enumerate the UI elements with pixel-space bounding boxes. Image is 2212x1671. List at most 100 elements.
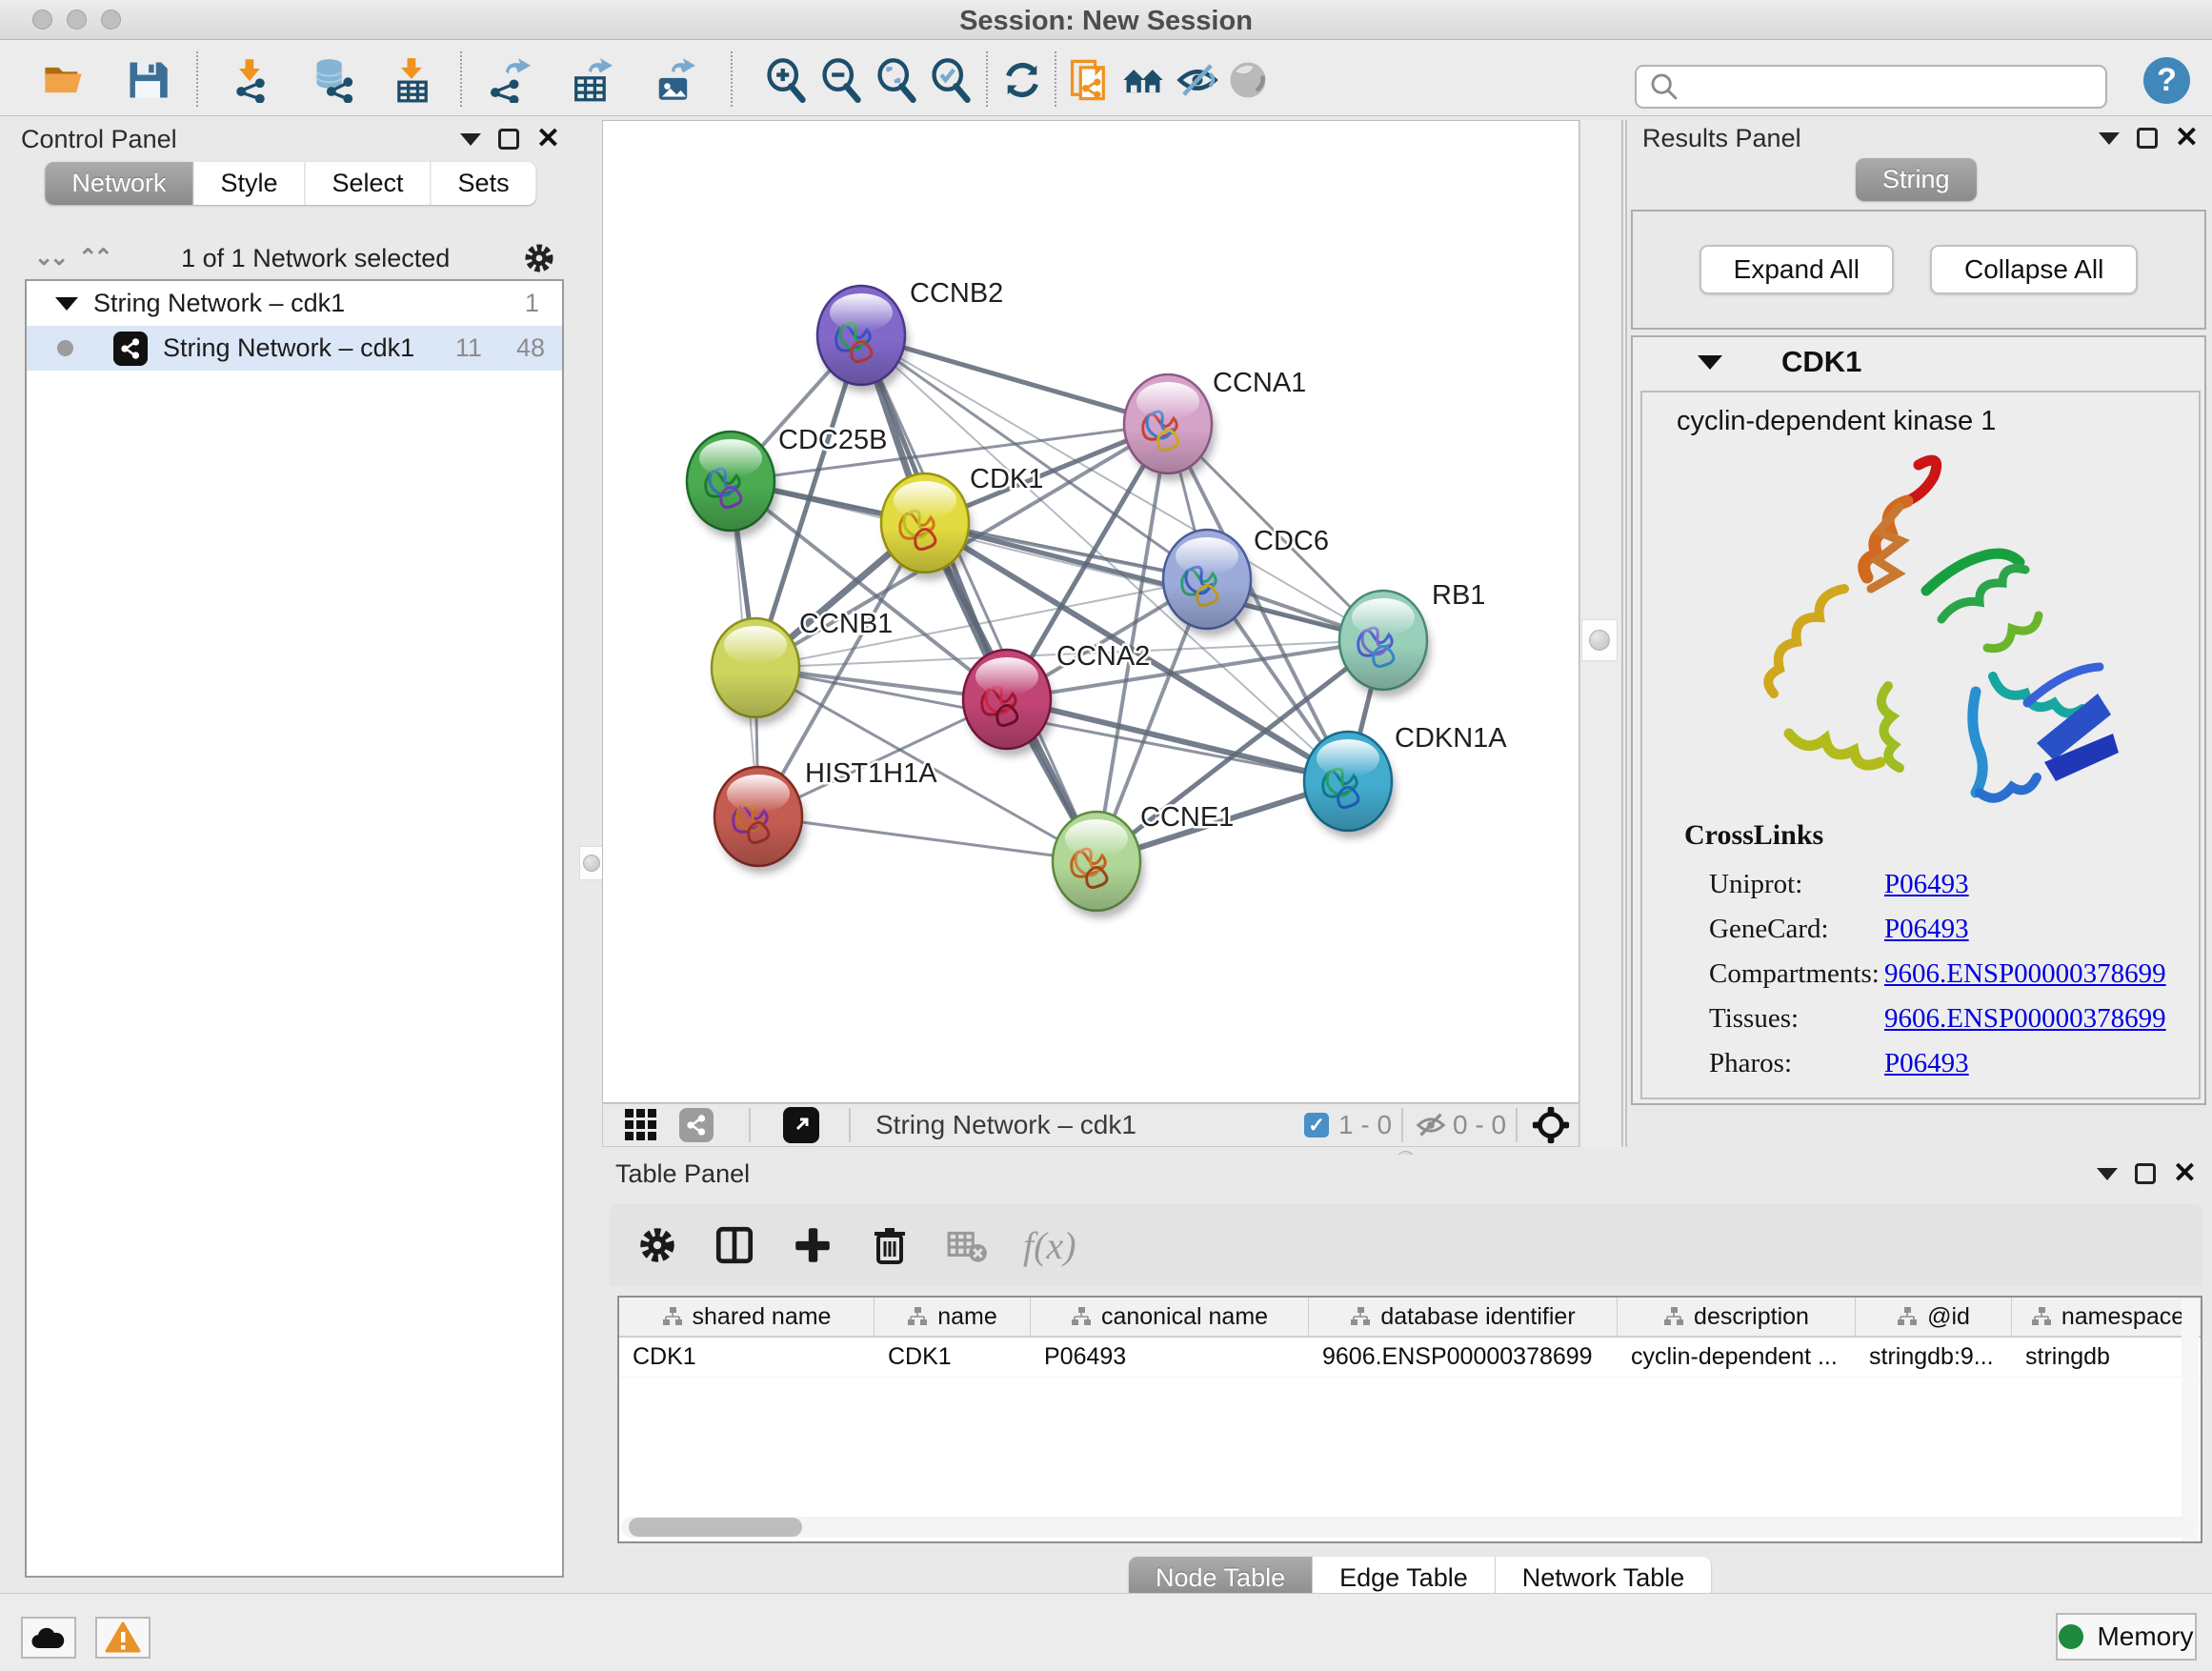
show-columns-icon[interactable] (713, 1223, 756, 1267)
network-row[interactable]: String Network – cdk1 11 48 (27, 326, 562, 371)
table-panel-title: Table Panel (615, 1159, 750, 1189)
node-label-CCNA2: CCNA2 (1056, 641, 1150, 672)
export-table-icon[interactable] (567, 56, 614, 104)
birds-eye-grid-icon[interactable] (622, 1104, 660, 1146)
string-share-icon[interactable] (679, 1104, 714, 1146)
import-network-database-icon[interactable] (310, 56, 357, 104)
crosslink-link[interactable]: 9606.ENSP00000378699 (1884, 958, 2166, 990)
memory-button[interactable]: Memory (2056, 1613, 2197, 1661)
zoom-out-icon[interactable] (817, 56, 865, 104)
import-table-file-icon[interactable] (389, 56, 436, 104)
right-splitter-grip[interactable] (1581, 619, 1618, 661)
network-canvas[interactable]: CCNB2CCNA1CDC25BCDK1CDC6RB1CCNB1CCNA2CDK… (602, 120, 1579, 1103)
import-network-file-icon[interactable] (227, 56, 274, 104)
network-node-CDKN1A[interactable] (1304, 732, 1396, 838)
results-tab-string[interactable]: String (1856, 158, 1977, 201)
network-collection-row[interactable]: String Network – cdk1 1 (27, 281, 562, 326)
crosslink-link[interactable]: P06493 (1884, 914, 1969, 945)
save-session-icon[interactable] (124, 56, 171, 104)
panel-float-icon[interactable] (2135, 1163, 2156, 1184)
column-header-name[interactable]: name (875, 1298, 1031, 1336)
table-cell: stringdb:9... (1856, 1338, 2012, 1377)
tab-select[interactable]: Select (305, 162, 431, 205)
warning-icon[interactable] (95, 1617, 151, 1659)
table-options-gear-icon[interactable] (636, 1224, 678, 1266)
collapse-all-tree-icon[interactable]: ⌄⌄ (34, 252, 65, 265)
panel-menu-icon[interactable] (2097, 1168, 2118, 1180)
selected-count: 1 - 0 (1338, 1104, 1392, 1146)
panel-float-icon[interactable] (2137, 128, 2158, 149)
network-node-CCNB2[interactable] (817, 286, 909, 393)
tab-network[interactable]: Network (45, 162, 193, 205)
network-edge[interactable] (1007, 699, 1348, 781)
network-node-CDK1[interactable] (881, 473, 973, 580)
center-view-crosshair-icon[interactable] (1531, 1104, 1571, 1146)
node-table[interactable]: shared namenamecanonical namedatabase id… (617, 1296, 2202, 1543)
expand-all-button[interactable]: Expand All (1699, 245, 1894, 294)
column-header-namespace[interactable]: namespace (2012, 1298, 2202, 1336)
search-input[interactable] (1635, 65, 2107, 109)
panel-menu-icon[interactable] (460, 133, 481, 146)
panel-close-icon[interactable]: ✕ (536, 129, 560, 150)
cloud-status-icon[interactable] (21, 1617, 76, 1659)
table-row[interactable]: CDK1CDK1P064939606.ENSP00000378699cyclin… (619, 1338, 2201, 1378)
panel-close-icon[interactable]: ✕ (2175, 128, 2199, 149)
delete-column-trash-icon[interactable] (869, 1224, 911, 1266)
selected-checkbox-icon[interactable]: ✓ (1304, 1104, 1329, 1146)
network-options-gear-icon[interactable] (522, 241, 556, 275)
panel-close-icon[interactable]: ✕ (2173, 1163, 2197, 1184)
function-builder-icon: f(x) (1023, 1223, 1076, 1268)
tab-style[interactable]: Style (193, 162, 305, 205)
table-vertical-scrollbar[interactable] (2182, 1299, 2199, 1541)
create-column-plus-icon[interactable] (791, 1223, 835, 1267)
tab-sets[interactable]: Sets (432, 162, 536, 205)
help-button[interactable]: ? (2143, 57, 2190, 104)
gene-collapse-triangle-icon[interactable] (1698, 355, 1722, 370)
crosslink-row: Compartments:9606.ENSP00000378699 (1709, 958, 2185, 991)
open-session-icon[interactable] (40, 56, 88, 104)
crosslink-link[interactable]: P06493 (1884, 1048, 1969, 1079)
table-horizontal-scrollbar[interactable] (621, 1517, 2195, 1538)
column-header-@id[interactable]: @id (1856, 1298, 2012, 1336)
node-label-CDKN1A: CDKN1A (1395, 723, 1507, 754)
table-cell: P06493 (1031, 1338, 1309, 1377)
network-node-CDC25B[interactable] (687, 432, 778, 538)
network-node-CCNA2[interactable] (963, 650, 1055, 756)
network-node-CCNE1[interactable] (1053, 812, 1144, 918)
column-header-canonical-name[interactable]: canonical name (1031, 1298, 1309, 1336)
panel-float-icon[interactable] (498, 129, 519, 150)
home-databases-icon[interactable] (1119, 56, 1167, 104)
expand-all-tree-icon[interactable]: ⌃⌃ (78, 252, 109, 265)
hide-panel-eye-icon[interactable] (1174, 56, 1221, 104)
network-document-icon[interactable] (1065, 56, 1113, 104)
control-panel-tabs: NetworkStyleSelectSets (45, 162, 535, 205)
column-header-shared-name[interactable]: shared name (619, 1298, 875, 1336)
export-image-icon[interactable] (650, 56, 697, 104)
network-node-RB1[interactable] (1339, 591, 1431, 697)
zoom-selected-icon[interactable] (927, 56, 975, 104)
status-bar: Memory (0, 1593, 2212, 1671)
network-node-CCNA1[interactable] (1124, 374, 1216, 481)
network-node-CCNB1[interactable] (712, 618, 803, 725)
toolbar-separator (460, 51, 462, 107)
column-header-database-identifier[interactable]: database identifier (1309, 1298, 1618, 1336)
zoom-fit-icon[interactable] (873, 56, 920, 104)
crosslink-link[interactable]: 9606.ENSP00000378699 (1884, 1003, 2166, 1035)
left-splitter-grip[interactable] (579, 846, 604, 880)
apply-layout-icon[interactable] (998, 56, 1046, 104)
search-icon (1648, 70, 1680, 103)
collapse-all-button[interactable]: Collapse All (1930, 245, 2138, 294)
network-node-CDC6[interactable] (1163, 530, 1255, 636)
open-in-new-window-icon[interactable] (783, 1104, 819, 1146)
panel-menu-icon[interactable] (2099, 132, 2120, 145)
collapse-triangle-icon[interactable] (55, 297, 78, 311)
export-network-icon[interactable] (484, 56, 532, 104)
column-type-icon (1071, 1306, 1092, 1327)
crosslink-link[interactable]: P06493 (1884, 869, 1969, 900)
zoom-in-icon[interactable] (762, 56, 810, 104)
eye-sphere-icon[interactable] (1224, 56, 1272, 104)
column-header-description[interactable]: description (1618, 1298, 1856, 1336)
network-edge[interactable] (758, 816, 1096, 861)
network-node-HIST1H1A[interactable] (714, 767, 806, 874)
toolbar-separator (1055, 51, 1056, 107)
